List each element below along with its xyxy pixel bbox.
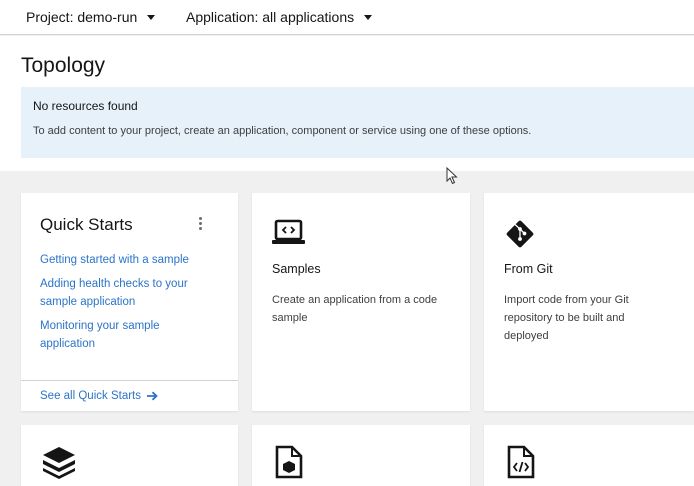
quick-starts-title: Quick Starts	[40, 215, 133, 234]
from-devfile-card[interactable]	[484, 425, 694, 486]
arrow-right-icon	[146, 391, 158, 401]
quick-start-link[interactable]: Adding health checks to your sample appl…	[40, 275, 200, 311]
empty-state-alert: No resources found To add content to you…	[21, 87, 694, 158]
kebab-menu-icon[interactable]	[195, 217, 205, 231]
card-description: Create an application from a code sample	[272, 294, 438, 324]
caret-down-icon	[364, 15, 373, 20]
card-description: Import code from your Git repository to …	[504, 294, 629, 342]
topbar: Project: demo-run Application: all appli…	[0, 0, 694, 35]
samples-card[interactable]: Samples Create an application from a cod…	[252, 193, 470, 411]
see-all-quick-starts-link[interactable]: See all Quick Starts	[40, 390, 158, 402]
quick-starts-card: Quick Starts Getting started with a samp…	[21, 193, 238, 411]
page-title: Topology	[21, 54, 106, 77]
caret-down-icon	[147, 15, 156, 20]
quick-start-link[interactable]: Getting started with a sample	[40, 251, 220, 269]
laptop-code-icon	[272, 219, 305, 244]
card-title: From Git	[504, 262, 553, 276]
alert-title: No resources found	[33, 99, 138, 113]
card-title: Samples	[272, 262, 321, 276]
application-selector-label: Application: all applications	[186, 9, 355, 25]
file-cube-icon	[275, 445, 303, 479]
quick-starts-footer: See all Quick Starts	[21, 380, 238, 411]
from-dockerfile-card[interactable]	[252, 425, 470, 486]
alert-body: To add content to your project, create a…	[33, 125, 532, 137]
container-image-card[interactable]	[21, 425, 238, 486]
see-all-label: See all Quick Starts	[40, 390, 141, 402]
project-selector-label: Project: demo-run	[26, 9, 138, 25]
layers-icon	[43, 447, 75, 479]
project-selector[interactable]: Project: demo-run	[26, 9, 156, 25]
git-icon	[506, 220, 534, 248]
file-code-icon	[507, 445, 535, 479]
from-git-card[interactable]: From Git Import code from your Git repos…	[484, 193, 694, 411]
mouse-pointer-icon	[446, 167, 458, 185]
quick-start-link[interactable]: Monitoring your sample application	[40, 317, 180, 353]
application-selector[interactable]: Application: all applications	[186, 9, 373, 25]
